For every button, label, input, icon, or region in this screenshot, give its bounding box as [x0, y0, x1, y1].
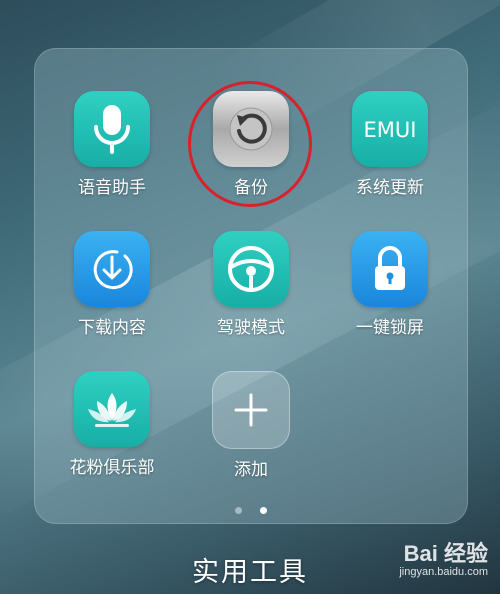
page-dot[interactable]	[235, 507, 243, 514]
app-one-tap-lock[interactable]: 一键锁屏	[325, 231, 455, 339]
home-screen: 语音助手 备份 EMUI 系统更新 下载内容 驾驶模式 一键锁屏 花粉俱乐部 添…	[0, 0, 500, 594]
app-downloads[interactable]: 下载内容	[47, 231, 177, 339]
app-driving-mode[interactable]: 驾驶模式	[186, 231, 316, 339]
app-voice-assistant[interactable]: 语音助手	[47, 91, 177, 199]
app-label: 一键锁屏	[356, 318, 424, 338]
app-label: 语音助手	[78, 178, 146, 198]
app-system-update[interactable]: EMUI 系统更新	[325, 91, 455, 199]
watermark-logo-text: Bai 经验	[403, 541, 488, 566]
page-dot-active[interactable]	[259, 507, 267, 514]
lotus-icon[interactable]	[74, 371, 150, 447]
plus-icon[interactable]	[212, 371, 290, 449]
app-label: 系统更新	[356, 178, 424, 198]
highlight-annotation-circle	[188, 81, 312, 207]
watermark-logo: Bai 经验	[399, 536, 488, 568]
app-fans-club[interactable]: 花粉俱乐部	[47, 371, 177, 479]
baidu-jingyan-watermark: Bai 经验 jingyan.baidu.com	[399, 536, 488, 578]
watermark-url: jingyan.baidu.com	[399, 566, 488, 578]
download-icon[interactable]	[74, 231, 150, 307]
emui-text: EMUI	[364, 118, 417, 142]
add-app-button[interactable]: 添加	[186, 371, 316, 481]
app-label: 花粉俱乐部	[69, 458, 155, 478]
app-label: 驾驶模式	[217, 318, 285, 338]
app-label: 添加	[234, 460, 268, 480]
microphone-icon[interactable]	[74, 91, 150, 167]
app-label: 下载内容	[78, 318, 146, 338]
emui-logo-icon[interactable]: EMUI	[352, 91, 428, 167]
page-indicator	[35, 499, 467, 518]
steering-wheel-icon[interactable]	[213, 231, 289, 307]
lock-icon[interactable]	[352, 231, 428, 307]
